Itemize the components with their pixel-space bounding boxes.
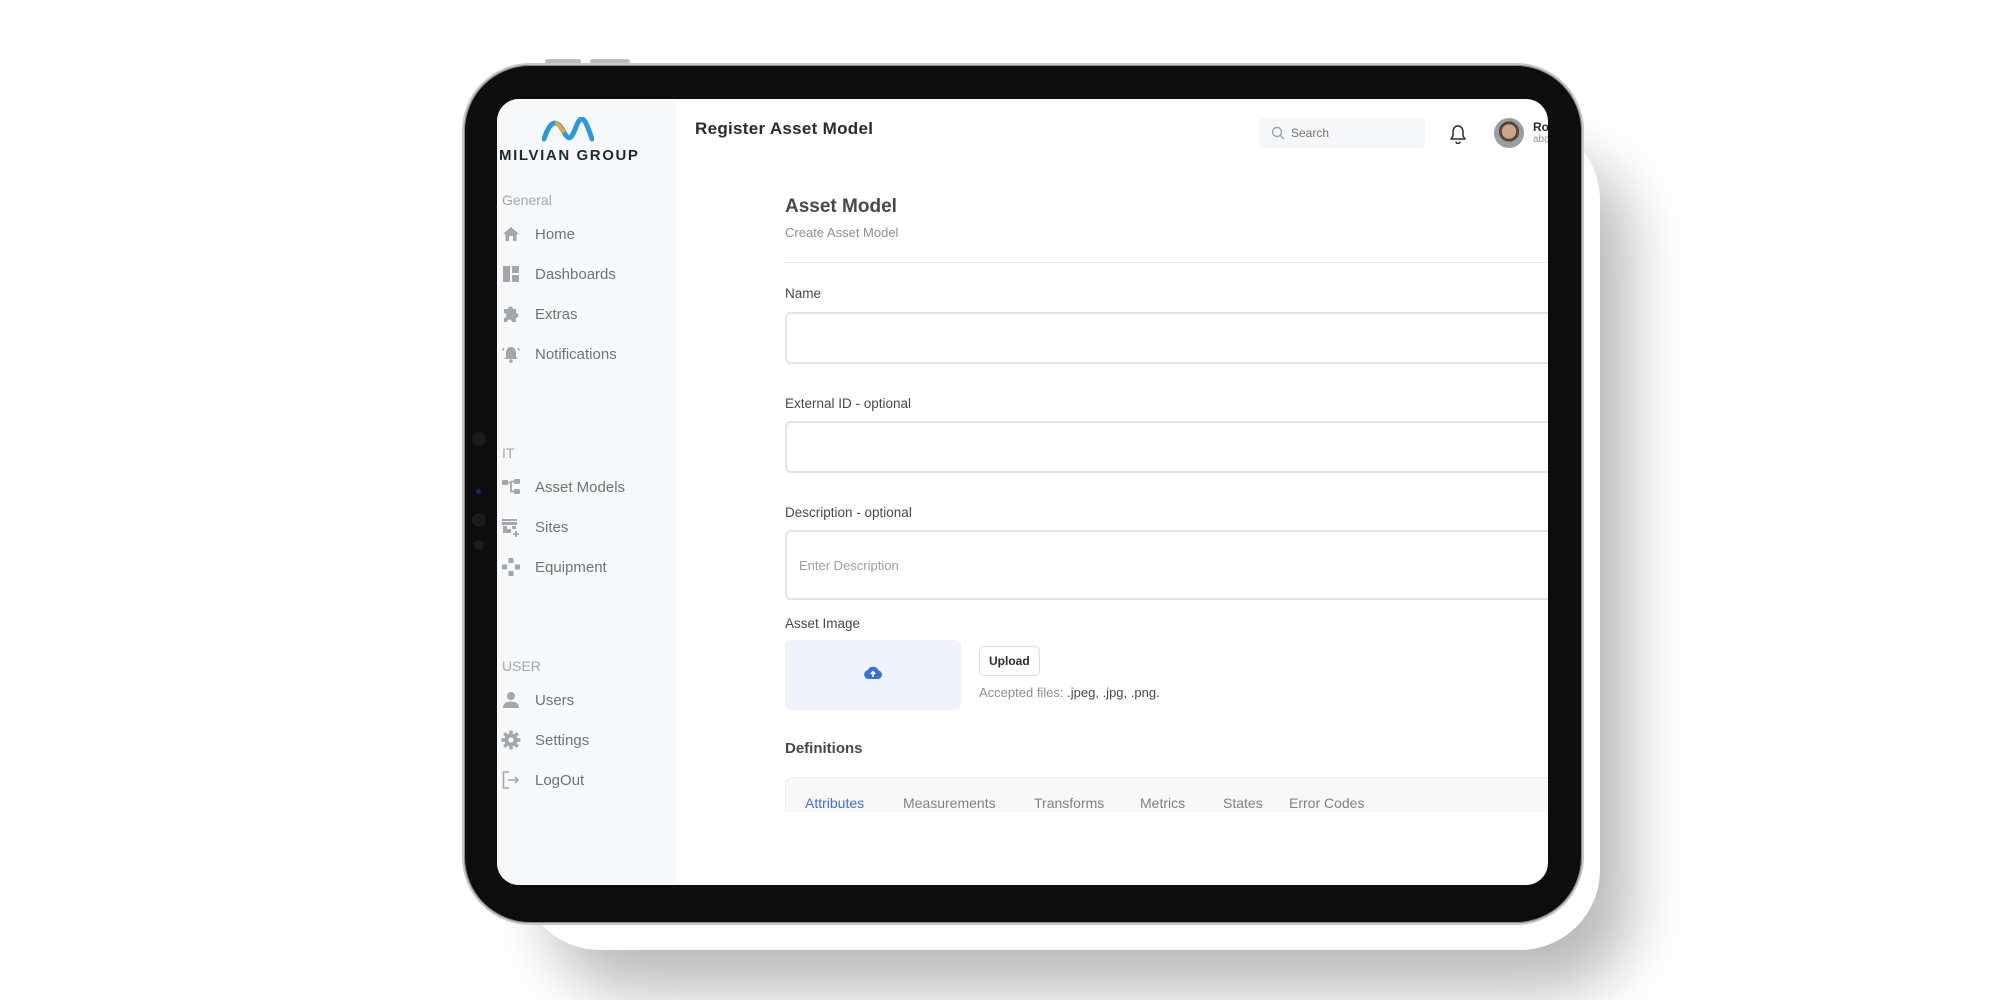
tab-error-codes[interactable]: Error Codes (1289, 795, 1364, 811)
sidebar-item-label: Sites (535, 518, 569, 536)
sidebar-section-user: USER (502, 658, 541, 674)
brand-name: MILVIAN GROUP (499, 147, 640, 164)
sidebar-section-general: General (502, 192, 552, 208)
hierarchy-icon (501, 477, 521, 497)
name-label: Name (785, 286, 822, 301)
sidebar-item-label: Extras (535, 305, 578, 323)
avatar[interactable] (1494, 118, 1524, 148)
sidebar-item-asset-models[interactable]: Asset Models (501, 474, 671, 500)
sidebar-item-label: Users (535, 691, 575, 709)
sidebar-item-label: Asset Models (535, 478, 626, 496)
user-email: abc (1533, 134, 1548, 145)
section-title: Asset Model (785, 196, 897, 217)
puzzle-icon (501, 304, 521, 324)
brand-logo[interactable]: MILVIAN GROUP (499, 115, 649, 165)
description-input[interactable] (785, 530, 1548, 600)
sidebar-item-notifications[interactable]: Notifications (501, 341, 671, 367)
search-box[interactable] (1259, 118, 1425, 148)
sidebar-item-equipment[interactable]: Equipment (501, 554, 671, 580)
upload-button[interactable]: Upload (979, 646, 1040, 676)
sidebar-item-label: Settings (535, 731, 590, 749)
app-screen: MILVIAN GROUP General Home Dashboards Ex… (497, 99, 1548, 885)
search-icon (1271, 126, 1285, 140)
asset-image-label: Asset Image (785, 616, 861, 631)
name-input[interactable] (785, 312, 1548, 364)
description-label: Description - optional (785, 505, 912, 520)
home-icon (501, 224, 521, 244)
external-id-input[interactable] (785, 421, 1548, 473)
camera-sensor (474, 540, 484, 550)
sidebar-item-dashboards[interactable]: Dashboards (501, 261, 671, 287)
sidebar-item-settings[interactable]: Settings (501, 727, 671, 753)
user-name: Ro (1533, 120, 1548, 134)
sidebar-item-label: Home (535, 225, 576, 243)
sidebar-item-home[interactable]: Home (501, 221, 671, 247)
camera-sensor (472, 513, 486, 527)
logo-wave-icon (542, 117, 594, 142)
image-dropzone[interactable] (785, 640, 961, 710)
accepted-files-prefix: Accepted files: (979, 685, 1068, 700)
dashboard-icon (501, 264, 521, 284)
accepted-file-types: .jpeg, .jpg, .png. (1067, 685, 1160, 700)
camera-lens (476, 489, 481, 494)
sidebar-item-users[interactable]: Users (501, 687, 671, 713)
gamepad-icon (501, 557, 521, 577)
tab-metrics[interactable]: Metrics (1140, 795, 1185, 811)
section-subtitle: Create Asset Model (785, 225, 899, 240)
sidebar-item-extras[interactable]: Extras (501, 301, 671, 327)
store-add-icon (501, 517, 521, 537)
logout-icon (501, 770, 521, 790)
sidebar-item-label: LogOut (535, 771, 585, 789)
definitions-title: Definitions (785, 740, 863, 757)
page-title: Register Asset Model (695, 119, 874, 138)
sidebar-item-logout[interactable]: LogOut (501, 767, 671, 793)
search-input[interactable] (1289, 125, 1413, 141)
sidebar-item-label: Equipment (535, 558, 607, 576)
alarm-icon (501, 344, 521, 364)
user-icon (501, 690, 521, 710)
camera-sensor (472, 432, 486, 446)
sidebar-section-it: IT (502, 445, 515, 461)
cloud-upload-icon (863, 666, 883, 685)
sidebar: MILVIAN GROUP General Home Dashboards Ex… (497, 99, 676, 885)
accepted-files-note: Accepted files: .jpeg, .jpg, .png. (979, 685, 1160, 700)
sidebar-item-label: Notifications (535, 345, 617, 363)
sidebar-item-label: Dashboards (535, 265, 616, 283)
external-id-label: External ID - optional (785, 396, 912, 411)
tab-states[interactable]: States (1223, 795, 1263, 811)
sidebar-item-sites[interactable]: Sites (501, 514, 671, 540)
divider (785, 262, 1548, 263)
definitions-tabs: Attributes Measurements Transforms Metri… (785, 777, 1548, 812)
tab-transforms[interactable]: Transforms (1034, 795, 1104, 811)
gear-icon (501, 730, 521, 750)
tab-measurements[interactable]: Measurements (903, 795, 996, 811)
bell-icon[interactable] (1449, 124, 1467, 145)
tab-attributes[interactable]: Attributes (805, 795, 864, 811)
